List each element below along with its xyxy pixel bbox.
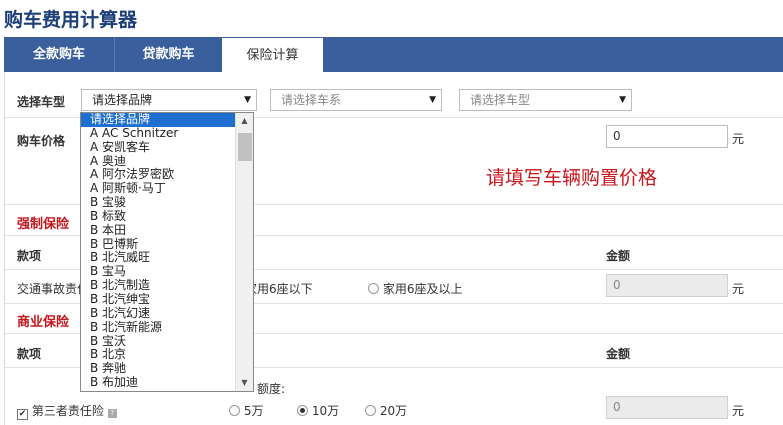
brand-option[interactable]: B 北汽幻速 [81,306,253,321]
scroll-up-icon[interactable]: ▲ [236,113,253,129]
chevron-down-icon: ▼ [244,95,251,105]
radio-icon[interactable] [229,405,240,416]
price-unit: 元 [732,132,745,146]
col-item-header: 款项 [17,347,42,361]
seat-option-under6-label: 家用6座以下 [245,282,313,296]
radio-icon[interactable] [368,283,379,294]
third-party-label: 第三者责任险 [31,404,104,418]
col-item-header: 款项 [17,249,42,263]
model-select-value: 请选择车型 [470,93,531,107]
third-party-unit: 元 [732,404,745,418]
brand-option[interactable]: A AC Schnitzer [81,126,253,141]
brand-option[interactable]: 请选择品牌 [81,113,253,127]
page-title: 购车费用计算器 [4,9,138,31]
brand-select[interactable]: 请选择品牌 ▼ [81,89,257,111]
brand-option[interactable]: A 阿斯顿·马丁 [81,181,253,196]
tab-insurance[interactable]: 保险计算 [222,38,323,73]
tab-bar: 全款购车 贷款购车 保险计算 [4,37,783,73]
radio-icon[interactable] [365,405,376,416]
compulsory-unit: 元 [732,282,745,296]
coverage-option-label: 5万 [243,404,264,418]
select-model-label: 选择车型 [17,95,66,109]
brand-option[interactable]: A 阿尔法罗密欧 [81,168,253,182]
brand-options: 请选择品牌 A AC Schnitzer A 安凯客车 A 奥迪 A 阿尔法罗密欧 A 阿… [81,113,253,390]
brand-option[interactable]: B 布加迪 [81,375,253,390]
coverage-label: 额度: [257,382,286,396]
compulsory-amount-field: 0 [606,274,728,297]
coverage-option-label: 20万 [379,404,408,418]
series-select-value: 请选择车系 [281,93,342,107]
col-amount-header: 金额 [606,249,631,263]
radio-selected-icon[interactable] [297,405,308,416]
brand-option[interactable]: B 北汽绅宝 [81,292,253,307]
brand-option[interactable]: B 奔驰 [81,361,253,376]
brand-option[interactable]: B 本田 [81,223,253,238]
series-select[interactable]: 请选择车系 ▼ [270,89,442,111]
seat-option-6plus-label: 家用6座及以上 [382,282,463,296]
price-input[interactable]: 0 [606,125,728,148]
third-party-amount-field: 0 [606,396,728,419]
coverage-option-label: 10万 [311,404,340,418]
tab-full-payment[interactable]: 全款购车 [4,37,115,72]
brand-option[interactable]: B 标致 [81,209,253,224]
commercial-section-title: 商业保险 [17,315,70,330]
coverage-option-20w[interactable]: 20万 [365,402,407,419]
brand-option[interactable]: B 宝沃 [81,334,253,349]
scroll-down-icon[interactable]: ▼ [236,375,253,391]
brand-option[interactable]: B 北汽制造 [81,278,253,293]
brand-option[interactable]: B 宝骏 [81,195,253,210]
scrollbar-thumb[interactable] [238,133,252,161]
brand-option[interactable]: B 北京 [81,347,253,362]
help-icon[interactable]: ? [107,409,117,418]
third-party-checkbox-group[interactable]: ✔ 第三者责任险 ? [17,402,117,420]
price-label: 购车价格 [17,134,66,148]
price-hint: 请填写车辆购置价格 [486,167,658,189]
brand-select-value: 请选择品牌 [92,93,153,107]
brand-dropdown-list[interactable]: 请选择品牌 A AC Schnitzer A 安凯客车 A 奥迪 A 阿尔法罗密欧 A 阿… [80,112,254,392]
seat-option-6plus[interactable]: 家用6座及以上 [368,280,462,297]
chevron-down-icon: ▼ [429,95,436,105]
dropdown-scrollbar[interactable]: ▲ ▼ [235,113,253,391]
seat-option-under6[interactable]: 家用6座以下 [245,280,313,297]
tab-loan[interactable]: 贷款购车 [115,37,222,72]
chevron-down-icon: ▼ [619,95,626,105]
brand-option[interactable]: B 北汽新能源 [81,320,253,335]
coverage-option-5w[interactable]: 5万 [229,402,263,419]
traffic-liability-label: 交通事故责任 [17,282,90,296]
col-amount-header: 金额 [606,347,631,361]
checkbox-checked-icon[interactable]: ✔ [17,409,28,420]
coverage-option-10w[interactable]: 10万 [297,402,339,419]
brand-option[interactable]: A 安凯客车 [81,140,253,155]
model-select[interactable]: 请选择车型 ▼ [459,89,632,111]
compulsory-section-title: 强制保险 [17,217,70,232]
brand-option[interactable]: B 北汽威旺 [81,251,253,265]
